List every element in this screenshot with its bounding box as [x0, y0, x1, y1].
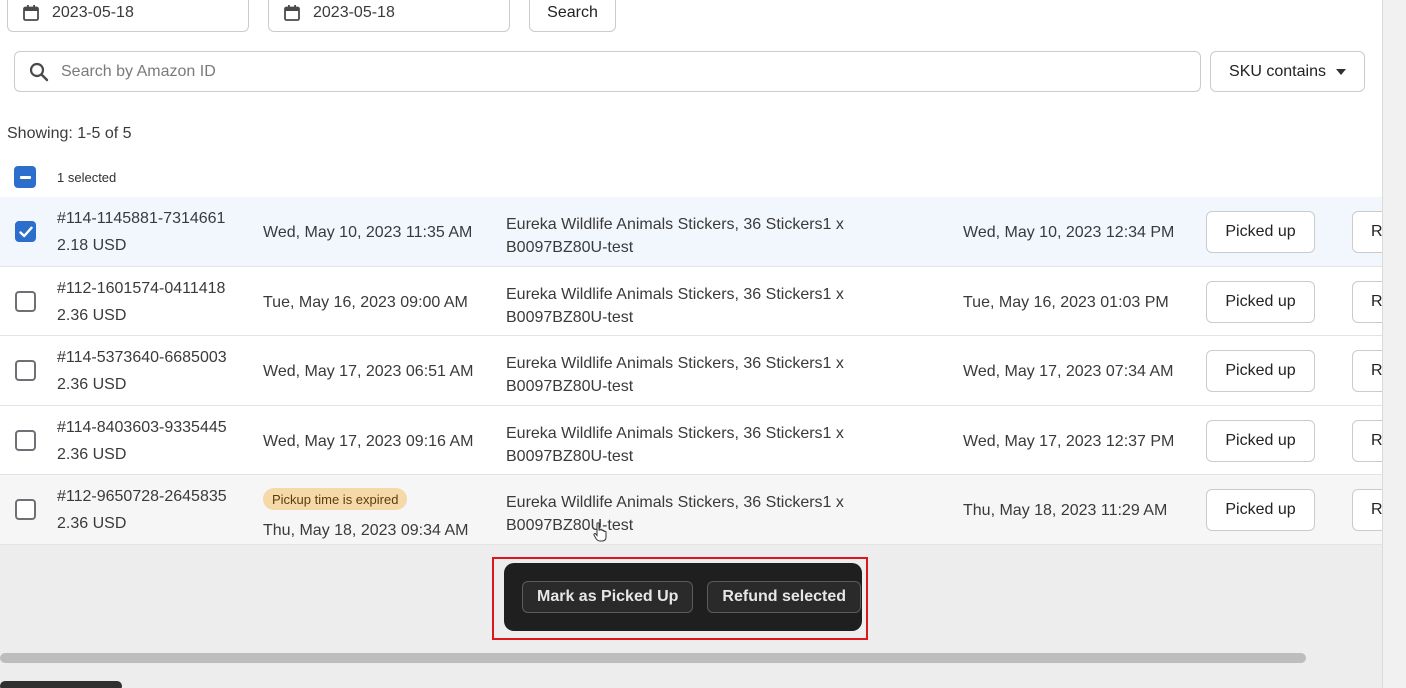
row-checkbox[interactable]: [15, 429, 36, 451]
calendar-icon: [283, 4, 301, 22]
minus-icon: [19, 175, 31, 179]
selected-count: 1 selected: [57, 170, 117, 185]
sku-filter-label: SKU contains: [1229, 62, 1326, 80]
product-sku: B0097BZ80U-test: [506, 378, 634, 396]
order-date: Thu, May 18, 2023 09:34 AM: [263, 522, 469, 540]
highlight-box: [492, 557, 868, 640]
picked-up-button[interactable]: Picked up: [1206, 350, 1315, 393]
row-checkbox[interactable]: [15, 499, 36, 521]
order-date: Wed, May 10, 2023 11:35 AM: [263, 224, 473, 241]
orders-page: 2023-05-18 2023-05-18 Search SKU contain…: [0, 0, 1382, 688]
refund-button[interactable]: Re: [1352, 489, 1382, 532]
pickup-date: Thu, May 18, 2023 11:29 AM: [963, 502, 1168, 520]
search-icon: [29, 62, 61, 82]
sku-filter-dropdown[interactable]: SKU contains: [1210, 51, 1365, 92]
row-checkbox[interactable]: [15, 290, 36, 312]
table-row: #112-9650728-2645835 2.36 USD Pickup tim…: [0, 475, 1382, 545]
row-checkbox[interactable]: [15, 221, 36, 242]
order-date: Wed, May 17, 2023 06:51 AM: [263, 363, 474, 381]
product-sku: B0097BZ80U-test: [506, 308, 634, 326]
product-info: Eureka Wildlife Animals Stickers, 36 Sti…: [506, 283, 844, 329]
calendar-icon: [22, 4, 40, 22]
orders-table: #114-1145881-7314661 2.18 USD Wed, May 1…: [0, 197, 1382, 545]
product-title: Eureka Wildlife Animals Stickers, 36 Sti…: [506, 285, 844, 303]
order-date: Wed, May 17, 2023 09:16 AM: [263, 432, 474, 450]
start-date-field[interactable]: 2023-05-18: [7, 0, 249, 32]
picked-up-button[interactable]: Picked up: [1206, 489, 1315, 532]
dark-scroll-handle[interactable]: [0, 681, 122, 688]
product-info: Eureka Wildlife Animals Stickers, 36 Sti…: [506, 352, 844, 398]
picked-up-button[interactable]: Picked up: [1206, 280, 1315, 323]
caret-down-icon: [1335, 68, 1346, 75]
refund-button[interactable]: Re: [1352, 211, 1382, 253]
order-id: #112-9650728-2645835: [57, 488, 227, 506]
end-date-field[interactable]: 2023-05-18: [268, 0, 510, 32]
order-id: #114-8403603-9335445: [57, 418, 227, 436]
table-row: #112-1601574-0411418 2.36 USD Tue, May 1…: [0, 266, 1382, 337]
start-date-value: 2023-05-18: [52, 4, 134, 21]
refund-button[interactable]: Re: [1352, 419, 1382, 462]
search-button[interactable]: Search: [529, 0, 616, 32]
vertical-scrollbar-track[interactable]: [1382, 0, 1406, 688]
select-all-checkbox[interactable]: [14, 166, 36, 188]
pickup-date: Wed, May 17, 2023 12:37 PM: [963, 432, 1175, 450]
hand-cursor-icon: [593, 522, 607, 547]
order-id: #114-5373640-6685003: [57, 349, 227, 367]
product-sku: B0097BZ80U-test: [506, 517, 634, 535]
amazon-id-search-field[interactable]: [14, 51, 1201, 92]
table-row: #114-8403603-9335445 2.36 USD Wed, May 1…: [0, 405, 1382, 476]
order-amount: 2.36 USD: [57, 445, 127, 463]
product-sku: B0097BZ80U-test: [506, 239, 634, 256]
row-checkbox[interactable]: [15, 360, 36, 382]
table-row: #114-1145881-7314661 2.18 USD Wed, May 1…: [0, 197, 1382, 267]
search-input[interactable]: [61, 62, 1161, 81]
order-amount: 2.36 USD: [57, 376, 127, 394]
product-info: Eureka Wildlife Animals Stickers, 36 Sti…: [506, 213, 844, 259]
pickup-date: Wed, May 10, 2023 12:34 PM: [963, 224, 1175, 241]
order-amount: 2.36 USD: [57, 306, 127, 324]
status-badge: Pickup time is expired: [263, 488, 408, 511]
pickup-date: Wed, May 17, 2023 07:34 AM: [963, 363, 1174, 381]
product-title: Eureka Wildlife Animals Stickers, 36 Sti…: [506, 216, 844, 233]
order-amount: 2.36 USD: [57, 515, 127, 533]
order-id: #114-1145881-7314661: [57, 210, 226, 227]
horizontal-scrollbar[interactable]: [0, 653, 1306, 663]
picked-up-button[interactable]: Picked up: [1206, 419, 1315, 462]
product-info: Eureka Wildlife Animals Stickers, 36 Sti…: [506, 491, 844, 537]
order-date: Tue, May 16, 2023 09:00 AM: [263, 293, 468, 311]
pickup-date: Tue, May 16, 2023 01:03 PM: [963, 293, 1169, 311]
product-title: Eureka Wildlife Animals Stickers, 36 Sti…: [506, 494, 844, 512]
product-sku: B0097BZ80U-test: [506, 447, 634, 465]
product-title: Eureka Wildlife Animals Stickers, 36 Sti…: [506, 355, 844, 373]
results-count: Showing: 1-5 of 5: [7, 125, 132, 142]
table-row: #114-5373640-6685003 2.36 USD Wed, May 1…: [0, 336, 1382, 406]
refund-button[interactable]: Re: [1352, 350, 1382, 393]
checkmark-icon: [18, 226, 33, 237]
end-date-value: 2023-05-18: [313, 4, 395, 21]
refund-button[interactable]: Re: [1352, 280, 1382, 323]
product-info: Eureka Wildlife Animals Stickers, 36 Sti…: [506, 422, 844, 468]
product-title: Eureka Wildlife Animals Stickers, 36 Sti…: [506, 424, 844, 442]
picked-up-button[interactable]: Picked up: [1206, 211, 1315, 253]
order-amount: 2.18 USD: [57, 237, 127, 254]
order-id: #112-1601574-0411418: [57, 279, 226, 297]
